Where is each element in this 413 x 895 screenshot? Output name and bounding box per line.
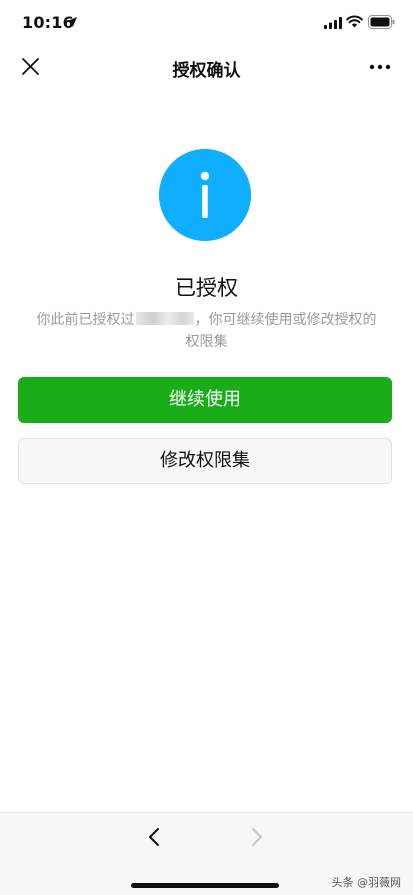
wifi-icon bbox=[346, 15, 363, 28]
continue-button[interactable]: 继续使用 bbox=[18, 377, 392, 423]
page-title: 授权确认 bbox=[172, 61, 241, 81]
battery-icon bbox=[368, 15, 395, 29]
authorized-description: 你此前已授权过 ，你可继续使用或修改授权的权限集 bbox=[36, 309, 377, 353]
chevron-left-icon[interactable] bbox=[143, 825, 167, 849]
description-suffix: ，你可继续使用或修改授权的权限集 bbox=[185, 312, 377, 350]
home-indicator[interactable] bbox=[131, 883, 279, 888]
chevron-right-icon[interactable] bbox=[244, 825, 268, 849]
description-prefix: 你此前已授权过 bbox=[36, 312, 135, 328]
info-icon bbox=[159, 149, 251, 241]
bottom-toolbar: 头条 @羽薇网 bbox=[0, 812, 413, 895]
more-icon[interactable] bbox=[364, 54, 396, 80]
location-arrow-icon bbox=[67, 17, 77, 27]
status-bar: 10:16 bbox=[0, 0, 413, 46]
redacted-app-name bbox=[135, 312, 194, 325]
authorized-title: 已授权 bbox=[175, 276, 238, 300]
modify-permissions-button[interactable]: 修改权限集 bbox=[18, 438, 392, 484]
watermark: 头条 @羽薇网 bbox=[331, 876, 402, 889]
auth-confirm-screen: 10:16 授权确认 已授权 你此前已授权过 ，你可继续使用或修改授权的权限集 … bbox=[0, 0, 413, 895]
nav-bar: 授权确认 bbox=[0, 46, 413, 88]
cellular-signal-icon bbox=[324, 17, 342, 29]
